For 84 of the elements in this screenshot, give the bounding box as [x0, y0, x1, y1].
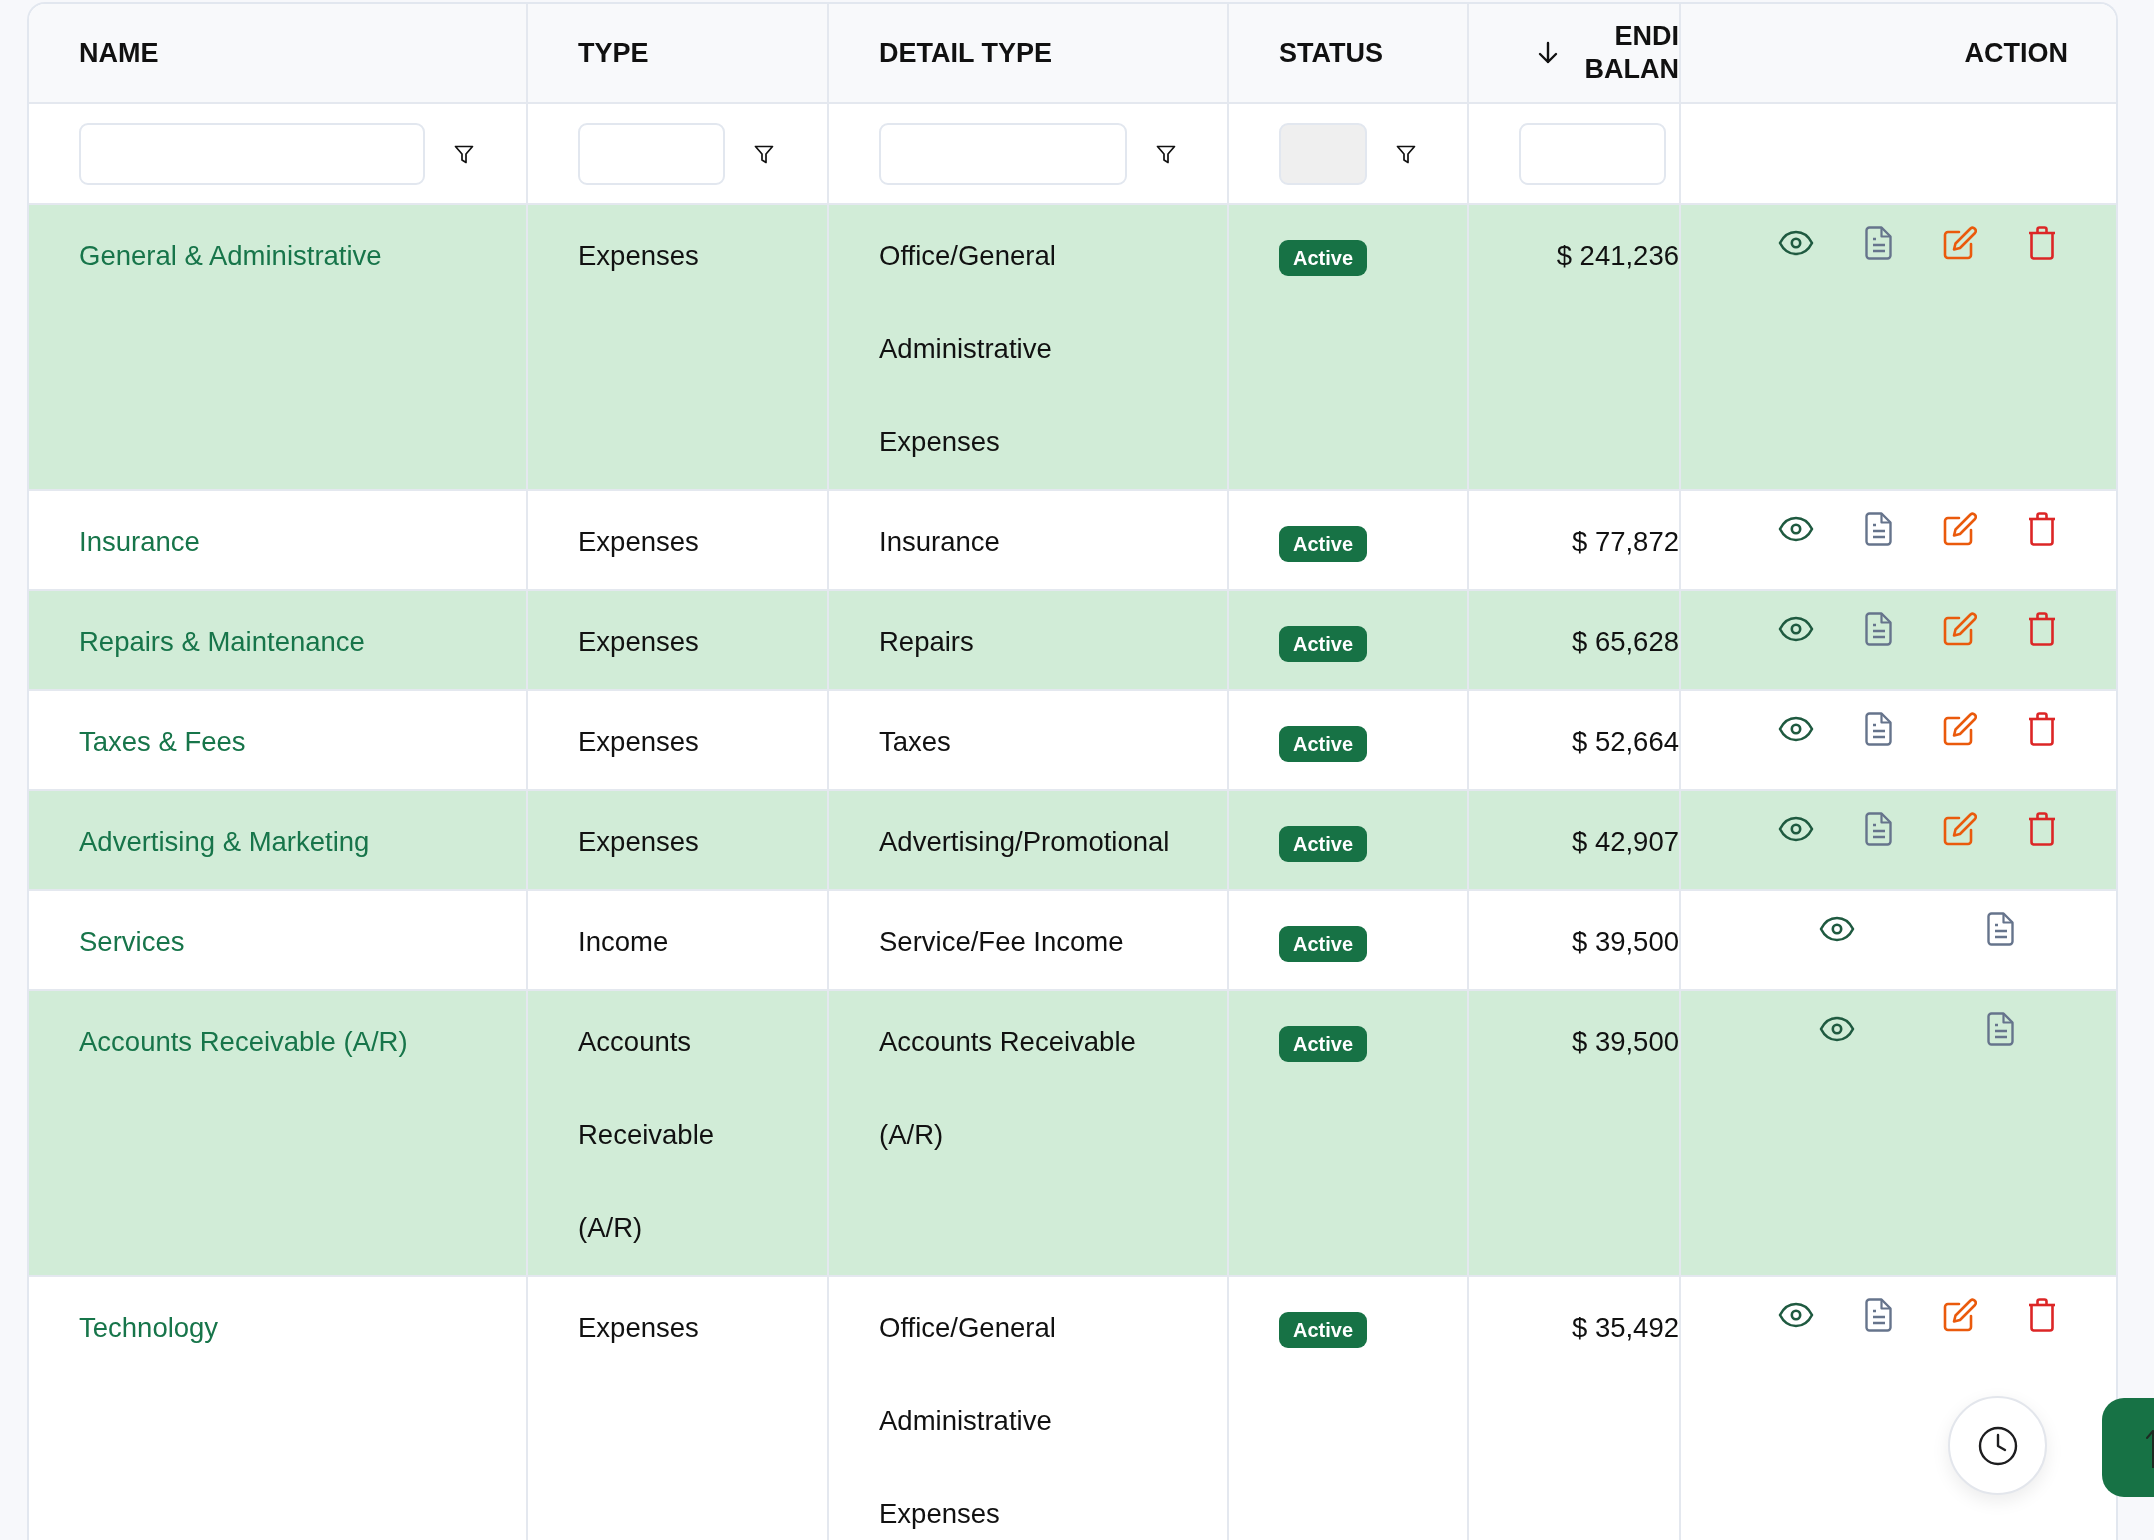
eye-icon[interactable] [1778, 1302, 1815, 1328]
column-header: ACTION [1964, 37, 2068, 69]
column-header[interactable]: NAME [79, 37, 159, 69]
status-badge: Active [1279, 725, 1368, 762]
status-badge: Active [1279, 239, 1368, 276]
column-header[interactable]: TYPE [578, 37, 649, 69]
document-icon[interactable] [1864, 612, 1893, 646]
column-header[interactable]: DETAIL TYPE [879, 37, 1053, 69]
column-header[interactable]: STATUS [1279, 37, 1383, 69]
detail-type-text: Office/General Administrative Expenses [879, 240, 1056, 457]
account-type-text: Expenses [578, 726, 699, 757]
status-badge: Active [1279, 525, 1368, 562]
balance-text: $ 52,664 [1571, 726, 1679, 757]
trash-icon[interactable] [2027, 226, 2056, 260]
trash-icon[interactable] [2027, 512, 2056, 546]
account-type-text: Expenses [578, 240, 699, 271]
account-type-text: Income [578, 926, 669, 957]
filter-icon[interactable] [1156, 143, 1176, 164]
detail-type-text: Advertising/Promotional [879, 826, 1170, 857]
filter-field[interactable] [79, 122, 425, 185]
eye-icon[interactable] [1778, 230, 1815, 256]
eye-icon[interactable] [1778, 816, 1815, 842]
account-type-text: Expenses [578, 826, 699, 857]
account-name-link[interactable]: Technology [79, 1312, 219, 1343]
filter-icon[interactable] [454, 143, 474, 164]
balance-text: $ 35,492 [1571, 1312, 1679, 1343]
detail-type-text: Service/Fee Income [879, 926, 1124, 957]
detail-type-text: Taxes [879, 726, 951, 757]
filter-field[interactable] [879, 122, 1127, 185]
status-badge: Active [1279, 1025, 1368, 1062]
document-icon[interactable] [1987, 1012, 2015, 1046]
eye-icon[interactable] [1819, 916, 1855, 942]
filter-icon[interactable] [754, 143, 774, 164]
balance-text: $ 39,500 [1571, 1026, 1679, 1057]
detail-type-text: Accounts Receivable (A/R) [879, 1026, 1136, 1150]
account-name-link[interactable]: Repairs & Maintenance [79, 626, 365, 657]
trash-icon[interactable] [2027, 812, 2056, 846]
balance-text: $ 42,907 [1571, 826, 1679, 857]
account-name-link[interactable]: Accounts Receivable (A/R) [79, 1026, 408, 1057]
account-name-link[interactable]: Insurance [79, 526, 200, 557]
document-icon[interactable] [1864, 1298, 1893, 1332]
status-badge: Active [1279, 925, 1368, 962]
account-type-text: Expenses [578, 1312, 699, 1343]
eye-icon[interactable] [1819, 1016, 1855, 1042]
document-icon[interactable] [1864, 226, 1893, 260]
status-badge: Active [1279, 825, 1368, 862]
account-name-link[interactable]: Taxes & Fees [79, 726, 246, 757]
detail-type-text: Insurance [879, 526, 1000, 557]
trash-icon[interactable] [2027, 1298, 2056, 1332]
arrow-down-icon[interactable] [1536, 41, 1559, 65]
filter-field[interactable] [1519, 122, 1666, 185]
account-type-text: Accounts Receivable (A/R) [578, 1026, 715, 1243]
arrow-up-icon [2146, 1427, 2154, 1468]
account-type-text: Expenses [578, 626, 699, 657]
balance-text: $ 77,872 [1571, 526, 1679, 557]
edit-icon[interactable] [1943, 226, 1978, 260]
filter-field[interactable] [578, 122, 725, 185]
detail-type-text: Repairs [879, 626, 974, 657]
status-badge: Active [1279, 1311, 1368, 1348]
account-name-link[interactable]: Services [79, 926, 185, 957]
document-icon[interactable] [1864, 812, 1893, 846]
edit-icon[interactable] [1943, 1298, 1978, 1332]
balance-text: $ 241,236 [1556, 240, 1679, 271]
document-icon[interactable] [1864, 712, 1893, 746]
account-name-link[interactable]: Advertising & Marketing [79, 826, 370, 857]
eye-icon[interactable] [1778, 716, 1815, 742]
status-badge: Active [1279, 625, 1368, 662]
document-icon[interactable] [1864, 512, 1893, 546]
balance-text: $ 39,500 [1571, 926, 1679, 957]
edit-icon[interactable] [1943, 612, 1978, 646]
scroll-top-button[interactable] [2102, 1398, 2154, 1497]
edit-icon[interactable] [1943, 812, 1978, 846]
account-type-text: Expenses [578, 526, 699, 557]
document-icon[interactable] [1987, 912, 2015, 946]
trash-icon[interactable] [2027, 712, 2056, 746]
balance-text: $ 65,628 [1571, 626, 1679, 657]
account-name-link[interactable]: General & Administrative [79, 240, 382, 271]
eye-icon[interactable] [1778, 616, 1815, 642]
edit-icon[interactable] [1943, 512, 1978, 546]
trash-icon[interactable] [2027, 612, 2056, 646]
edit-icon[interactable] [1943, 712, 1978, 746]
clock-icon [1977, 1425, 2018, 1466]
eye-icon[interactable] [1778, 516, 1815, 542]
detail-type-text: Office/General Administrative Expenses [879, 1312, 1056, 1529]
